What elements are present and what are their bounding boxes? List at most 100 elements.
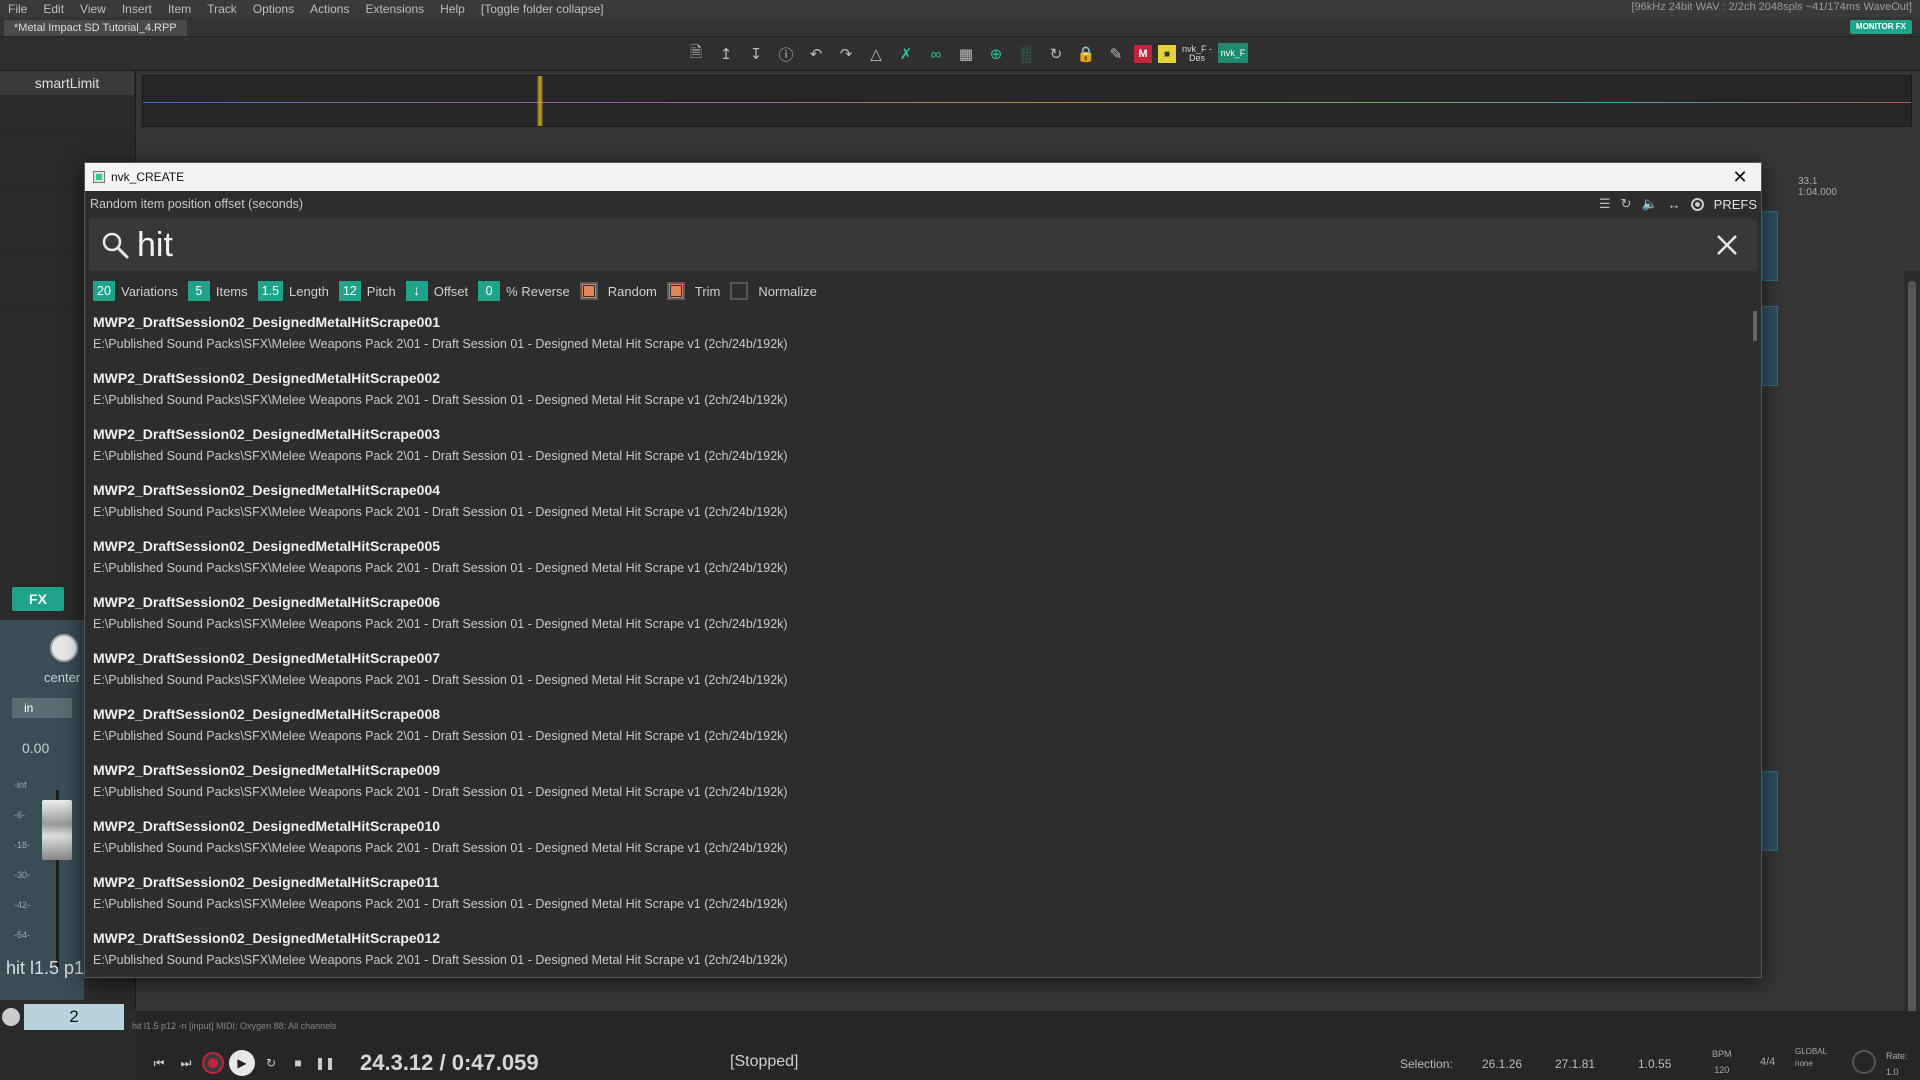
list-item[interactable]: MWP2_DraftSession02_DesignedMetalHitScra… <box>87 364 1757 420</box>
script-yellow-icon[interactable]: ■ <box>1158 45 1176 63</box>
menu-track[interactable]: Track <box>199 2 245 16</box>
list-item[interactable]: MWP2_DraftSession02_DesignedMetalHitScra… <box>87 644 1757 700</box>
results-scrollbar[interactable] <box>1753 311 1757 341</box>
stop-icon[interactable]: ■ <box>287 1052 309 1074</box>
menu-options[interactable]: Options <box>245 2 302 16</box>
search-bar <box>89 219 1757 271</box>
normalize-checkbox[interactable] <box>730 282 749 300</box>
bpm-block[interactable]: BPM 120 <box>1712 1046 1732 1078</box>
rate-label: Rate: <box>1886 1051 1908 1061</box>
project-tab-bar: *Metal Impact SD Tutorial_4.RPP MONITOR … <box>0 17 1920 37</box>
menu-edit[interactable]: Edit <box>35 2 72 16</box>
trim-checkbox[interactable] <box>666 282 685 300</box>
go-to-end-icon[interactable]: ⏭ <box>175 1052 197 1074</box>
list-icon[interactable]: ☰ <box>1599 196 1611 212</box>
selection-end[interactable]: 27.1.81 <box>1555 1057 1595 1071</box>
menu-view[interactable]: View <box>72 2 114 16</box>
go-to-start-icon[interactable]: ⏮ <box>148 1052 170 1074</box>
nvk-des-button[interactable]: nvk_F -Des <box>1182 43 1212 65</box>
list-item[interactable]: MWP2_DraftSession02_DesignedMetalHitScra… <box>87 532 1757 588</box>
volume-fader[interactable] <box>42 800 72 860</box>
repeat-icon[interactable]: ↻ <box>260 1052 282 1074</box>
menu-help[interactable]: Help <box>432 2 473 16</box>
link-icon[interactable]: ∞ <box>924 43 948 65</box>
envelope-lane[interactable] <box>142 75 1912 127</box>
variations-value[interactable]: 20 <box>93 281 115 301</box>
menu-actions[interactable]: Actions <box>302 2 357 16</box>
items-value[interactable]: 5 <box>187 281 210 301</box>
prefs-radio-icon[interactable] <box>1690 197 1704 211</box>
pause-icon[interactable]: ❚❚ <box>314 1052 336 1074</box>
media-item[interactable] <box>1762 306 1778 386</box>
arrange-vertical-scrollbar[interactable] <box>1904 271 1920 1080</box>
menu-toggle-folder-collapse[interactable]: [Toggle folder collapse] <box>473 2 612 16</box>
metronome-icon[interactable]: △ <box>864 43 888 65</box>
close-icon[interactable]: ✕ <box>1729 166 1751 188</box>
scrollbar-thumb[interactable] <box>1908 281 1916 1041</box>
pencil-icon[interactable]: ✎ <box>1104 43 1128 65</box>
list-item[interactable]: MWP2_DraftSession02_DesignedMetalHitScra… <box>87 308 1757 364</box>
result-path: E:\Published Sound Packs\SFX\Melee Weapo… <box>93 393 788 407</box>
random-checkbox[interactable] <box>579 282 598 300</box>
menu-insert[interactable]: Insert <box>114 2 160 16</box>
rate-knob[interactable] <box>1852 1050 1876 1074</box>
refresh-icon[interactable]: ↻ <box>1621 196 1632 212</box>
fx-button[interactable]: FX <box>12 587 64 611</box>
list-item[interactable]: MWP2_DraftSession02_DesignedMetalHitScra… <box>87 588 1757 644</box>
list-item[interactable]: MWP2_DraftSession02_DesignedMetalHitScra… <box>87 756 1757 812</box>
media-item[interactable] <box>1762 211 1778 281</box>
dialog-titlebar[interactable]: nvk_CREATE ✕ <box>85 163 1761 191</box>
list-item[interactable]: MWP2_DraftSession02_DesignedMetalHitScra… <box>87 924 1757 974</box>
result-path: E:\Published Sound Packs\SFX\Melee Weapo… <box>93 673 788 687</box>
new-project-icon[interactable]: 🗎 <box>684 43 708 65</box>
list-item[interactable]: MWP2_DraftSession02_DesignedMetalHitScra… <box>87 700 1757 756</box>
script-m-button[interactable]: M <box>1134 45 1152 63</box>
clear-search-icon[interactable] <box>1711 229 1743 261</box>
lock-icon[interactable]: 🔒 <box>1074 43 1098 65</box>
selection-start[interactable]: 26.1.26 <box>1482 1057 1522 1071</box>
time-signature[interactable]: 4/4 <box>1760 1056 1775 1068</box>
search-input[interactable] <box>137 223 1677 267</box>
track-name[interactable]: smartLimit <box>0 71 134 95</box>
play-button[interactable]: ▶ <box>229 1050 255 1076</box>
monitor-fx-button[interactable]: MONITOR FX <box>1849 20 1912 34</box>
ripple-edit-icon[interactable]: ✗ <box>894 43 918 65</box>
input-button[interactable]: in <box>12 698 72 718</box>
snap-icon[interactable]: ⊕ <box>984 43 1008 65</box>
result-title: MWP2_DraftSession02_DesignedMetalHitScra… <box>93 930 441 946</box>
global-block[interactable]: GLOBAL none <box>1795 1046 1827 1070</box>
project-tab[interactable]: *Metal Impact SD Tutorial_4.RPP <box>4 20 187 36</box>
menu-extensions[interactable]: Extensions <box>357 2 432 16</box>
undo-icon[interactable]: ↶ <box>804 43 828 65</box>
info-icon[interactable]: ⓘ <box>774 43 798 65</box>
pan-knob[interactable] <box>50 634 78 662</box>
list-item[interactable]: MWP2_DraftSession02_DesignedMetalHitScra… <box>87 420 1757 476</box>
length-label: Length <box>289 283 329 299</box>
envelope-marker <box>537 76 543 126</box>
menu-item[interactable]: Item <box>160 2 199 16</box>
save-up-icon[interactable]: ↥ <box>714 43 738 65</box>
selection-length[interactable]: 1.0.55 <box>1638 1057 1671 1071</box>
grid-lines-icon[interactable]: ░ <box>1014 43 1038 65</box>
pitch-value[interactable]: 12 <box>338 281 361 301</box>
reverse-value[interactable]: 0 <box>478 281 501 301</box>
menu-file[interactable]: File <box>0 2 35 16</box>
offset-value[interactable]: ↓ <box>405 281 428 301</box>
ruler-seconds: 1:04.000 <box>1798 187 1837 198</box>
grid-icon[interactable]: ▦ <box>954 43 978 65</box>
list-item[interactable]: MWP2_DraftSession02_DesignedMetalHitScra… <box>87 812 1757 868</box>
media-item[interactable] <box>1762 771 1778 851</box>
list-item[interactable]: MWP2_DraftSession02_DesignedMetalHitScra… <box>87 868 1757 924</box>
record-button[interactable] <box>202 1052 224 1074</box>
width-icon[interactable]: ↔ <box>1668 197 1681 212</box>
prefs-button[interactable]: PREFS <box>1714 197 1757 212</box>
loop-icon[interactable]: ↻ <box>1044 43 1068 65</box>
save-down-icon[interactable]: ↧ <box>744 43 768 65</box>
redo-icon[interactable]: ↷ <box>834 43 858 65</box>
length-value[interactable]: 1.5 <box>257 281 284 301</box>
track-play-icon[interactable] <box>2 1008 20 1026</box>
list-item[interactable]: MWP2_DraftSession02_DesignedMetalHitScra… <box>87 476 1757 532</box>
rate-value: 1.0 <box>1886 1067 1899 1077</box>
speaker-icon[interactable]: 🔈 <box>1641 196 1657 212</box>
nvk-f-button[interactable]: nvk_F <box>1218 43 1248 63</box>
